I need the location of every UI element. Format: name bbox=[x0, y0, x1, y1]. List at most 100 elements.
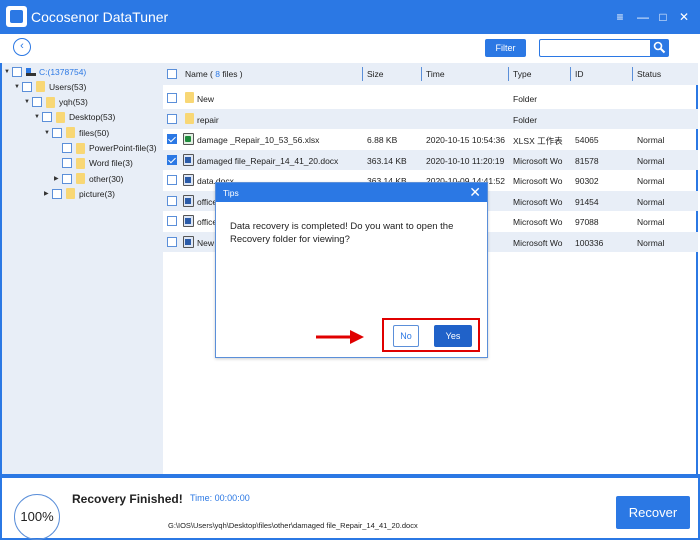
tree-item[interactable]: ▼ yqh(53) bbox=[24, 95, 88, 110]
cell-type: Microsoft Wo bbox=[513, 176, 563, 186]
column-divider[interactable] bbox=[570, 67, 571, 81]
column-divider[interactable] bbox=[362, 67, 363, 81]
menu-icon[interactable]: ≡ bbox=[613, 10, 627, 24]
drive-icon bbox=[26, 67, 36, 76]
dialog-message: Data recovery is completed! Do you want … bbox=[230, 221, 454, 245]
folder-icon bbox=[36, 81, 45, 93]
tree-checkbox[interactable] bbox=[62, 158, 72, 169]
row-checkbox[interactable] bbox=[167, 93, 177, 103]
cell-type: Microsoft Wo bbox=[513, 155, 563, 166]
cell-size: 6.88 KB bbox=[367, 135, 398, 145]
tree-checkbox[interactable] bbox=[52, 188, 62, 199]
maximize-button[interactable]: □ bbox=[656, 10, 670, 24]
app-logo-icon bbox=[6, 6, 27, 27]
cell-type: Microsoft Wo bbox=[513, 237, 563, 248]
dialog-title: Tips bbox=[223, 188, 239, 198]
expand-arrow-icon[interactable]: ▼ bbox=[24, 99, 32, 105]
tree-checkbox[interactable] bbox=[42, 112, 52, 123]
expand-arrow-icon[interactable]: ▼ bbox=[34, 114, 42, 120]
row-checkbox[interactable] bbox=[167, 175, 177, 185]
recover-button[interactable]: Recover bbox=[616, 496, 690, 529]
row-checkbox[interactable] bbox=[167, 216, 177, 226]
tree-checkbox[interactable] bbox=[32, 97, 42, 108]
tree-item[interactable]: ▶ picture(3) bbox=[44, 186, 115, 201]
expand-arrow-icon[interactable]: ▼ bbox=[14, 84, 22, 90]
header-type[interactable]: Type bbox=[513, 69, 531, 79]
folder-icon bbox=[56, 111, 65, 123]
cell-id: 54065 bbox=[575, 135, 599, 145]
cell-status: Normal bbox=[637, 135, 665, 145]
cell-type: XLSX 工作表 bbox=[513, 136, 563, 146]
collapse-arrow-icon[interactable]: ▶ bbox=[44, 190, 52, 197]
filter-button[interactable]: Filter bbox=[485, 39, 526, 57]
search-button[interactable] bbox=[650, 39, 669, 57]
row-checkbox[interactable] bbox=[167, 154, 177, 165]
column-divider[interactable] bbox=[421, 67, 422, 81]
folder-icon bbox=[76, 173, 85, 185]
tree-item[interactable]: ▼ C:(1378754) bbox=[4, 64, 86, 79]
folder-icon bbox=[76, 157, 85, 169]
expand-arrow-icon[interactable]: ▼ bbox=[4, 69, 12, 75]
elapsed-time: Time: 00:00:00 bbox=[190, 493, 250, 503]
tree-label: picture(3) bbox=[79, 188, 115, 199]
chevron-left-icon: ‹ bbox=[20, 40, 24, 52]
file-name: repair bbox=[197, 114, 219, 125]
excel-file-icon bbox=[183, 133, 194, 145]
file-name: damage _Repair_10_53_56.xlsx bbox=[197, 135, 320, 145]
tree-item[interactable]: ▼ Desktop(53) bbox=[34, 110, 115, 125]
folder-icon bbox=[66, 188, 75, 200]
tree-item[interactable]: ▶ other(30) bbox=[54, 171, 124, 186]
tree-checkbox[interactable] bbox=[22, 81, 32, 92]
annotation-highlight-box bbox=[382, 318, 480, 352]
tree-item[interactable]: ▼ Users(53) bbox=[14, 79, 86, 94]
header-id[interactable]: ID bbox=[575, 69, 584, 79]
row-checkbox[interactable] bbox=[167, 113, 177, 124]
file-name: New bbox=[197, 94, 215, 104]
header-time[interactable]: Time bbox=[426, 69, 445, 79]
cell-type: Folder bbox=[513, 114, 538, 125]
table-row[interactable]: damage _Repair_10_53_56.xlsx 6.88 KB 2020-… bbox=[163, 129, 698, 149]
tree-checkbox[interactable] bbox=[12, 66, 22, 77]
tree-checkbox[interactable] bbox=[52, 127, 62, 138]
row-checkbox[interactable] bbox=[167, 236, 177, 247]
cell-time: 2020-10-10 11:20:19 bbox=[426, 155, 505, 166]
status-title: Recovery Finished! bbox=[72, 492, 183, 506]
app-title: Cocosenor DataTuner bbox=[31, 9, 169, 25]
folder-tree: ▼ C:(1378754) ▼ Users(53) ▼ yqh(53) ▼ Desktop(5… bbox=[0, 63, 163, 474]
file-name: damaged file_Repair_14_41_20.docx bbox=[197, 155, 339, 166]
tree-checkbox[interactable] bbox=[62, 143, 72, 153]
close-button[interactable]: ✕ bbox=[677, 10, 691, 24]
back-button[interactable]: ‹ bbox=[13, 38, 31, 56]
select-all-checkbox[interactable] bbox=[167, 69, 177, 79]
table-row[interactable]: repair Folder bbox=[163, 108, 698, 129]
row-checkbox[interactable] bbox=[167, 195, 177, 206]
cell-id: 100336 bbox=[575, 237, 604, 248]
header-status[interactable]: Status bbox=[637, 69, 661, 79]
search-input[interactable] bbox=[539, 39, 651, 57]
cell-type: Microsoft Wo bbox=[513, 217, 563, 227]
cell-status: Normal bbox=[637, 217, 665, 227]
column-divider[interactable] bbox=[632, 67, 633, 81]
expand-arrow-icon[interactable]: ▼ bbox=[44, 130, 52, 136]
cell-status: Normal bbox=[637, 155, 665, 166]
header-size[interactable]: Size bbox=[367, 69, 384, 79]
tree-item[interactable]: Word file(3) bbox=[54, 156, 133, 171]
word-file-icon bbox=[183, 174, 194, 186]
column-divider[interactable] bbox=[508, 67, 509, 81]
tree-item[interactable]: PowerPoint-file(3) bbox=[54, 141, 157, 156]
tree-checkbox[interactable] bbox=[62, 173, 72, 184]
cell-type: Microsoft Wo bbox=[513, 196, 563, 207]
close-icon[interactable]: ✕ bbox=[469, 184, 481, 200]
table-row[interactable]: damaged file_Repair_14_41_20.docx 363.14 … bbox=[163, 149, 698, 170]
minimize-button[interactable]: — bbox=[636, 10, 650, 24]
table-row[interactable]: New Folder bbox=[163, 88, 698, 108]
word-file-icon bbox=[183, 194, 194, 207]
cell-size: 363.14 KB bbox=[367, 155, 407, 166]
tree-item[interactable]: ▼ files(50) bbox=[44, 125, 109, 140]
folder-icon bbox=[46, 96, 55, 108]
row-checkbox[interactable] bbox=[167, 134, 177, 144]
collapse-arrow-icon[interactable]: ▶ bbox=[54, 175, 62, 182]
tree-label: Users(53) bbox=[49, 81, 87, 92]
status-bar: 100% Recovery Finished! Time: 00:00:00 G… bbox=[0, 474, 700, 540]
header-name[interactable]: Name ( 8 files ) bbox=[185, 69, 243, 79]
